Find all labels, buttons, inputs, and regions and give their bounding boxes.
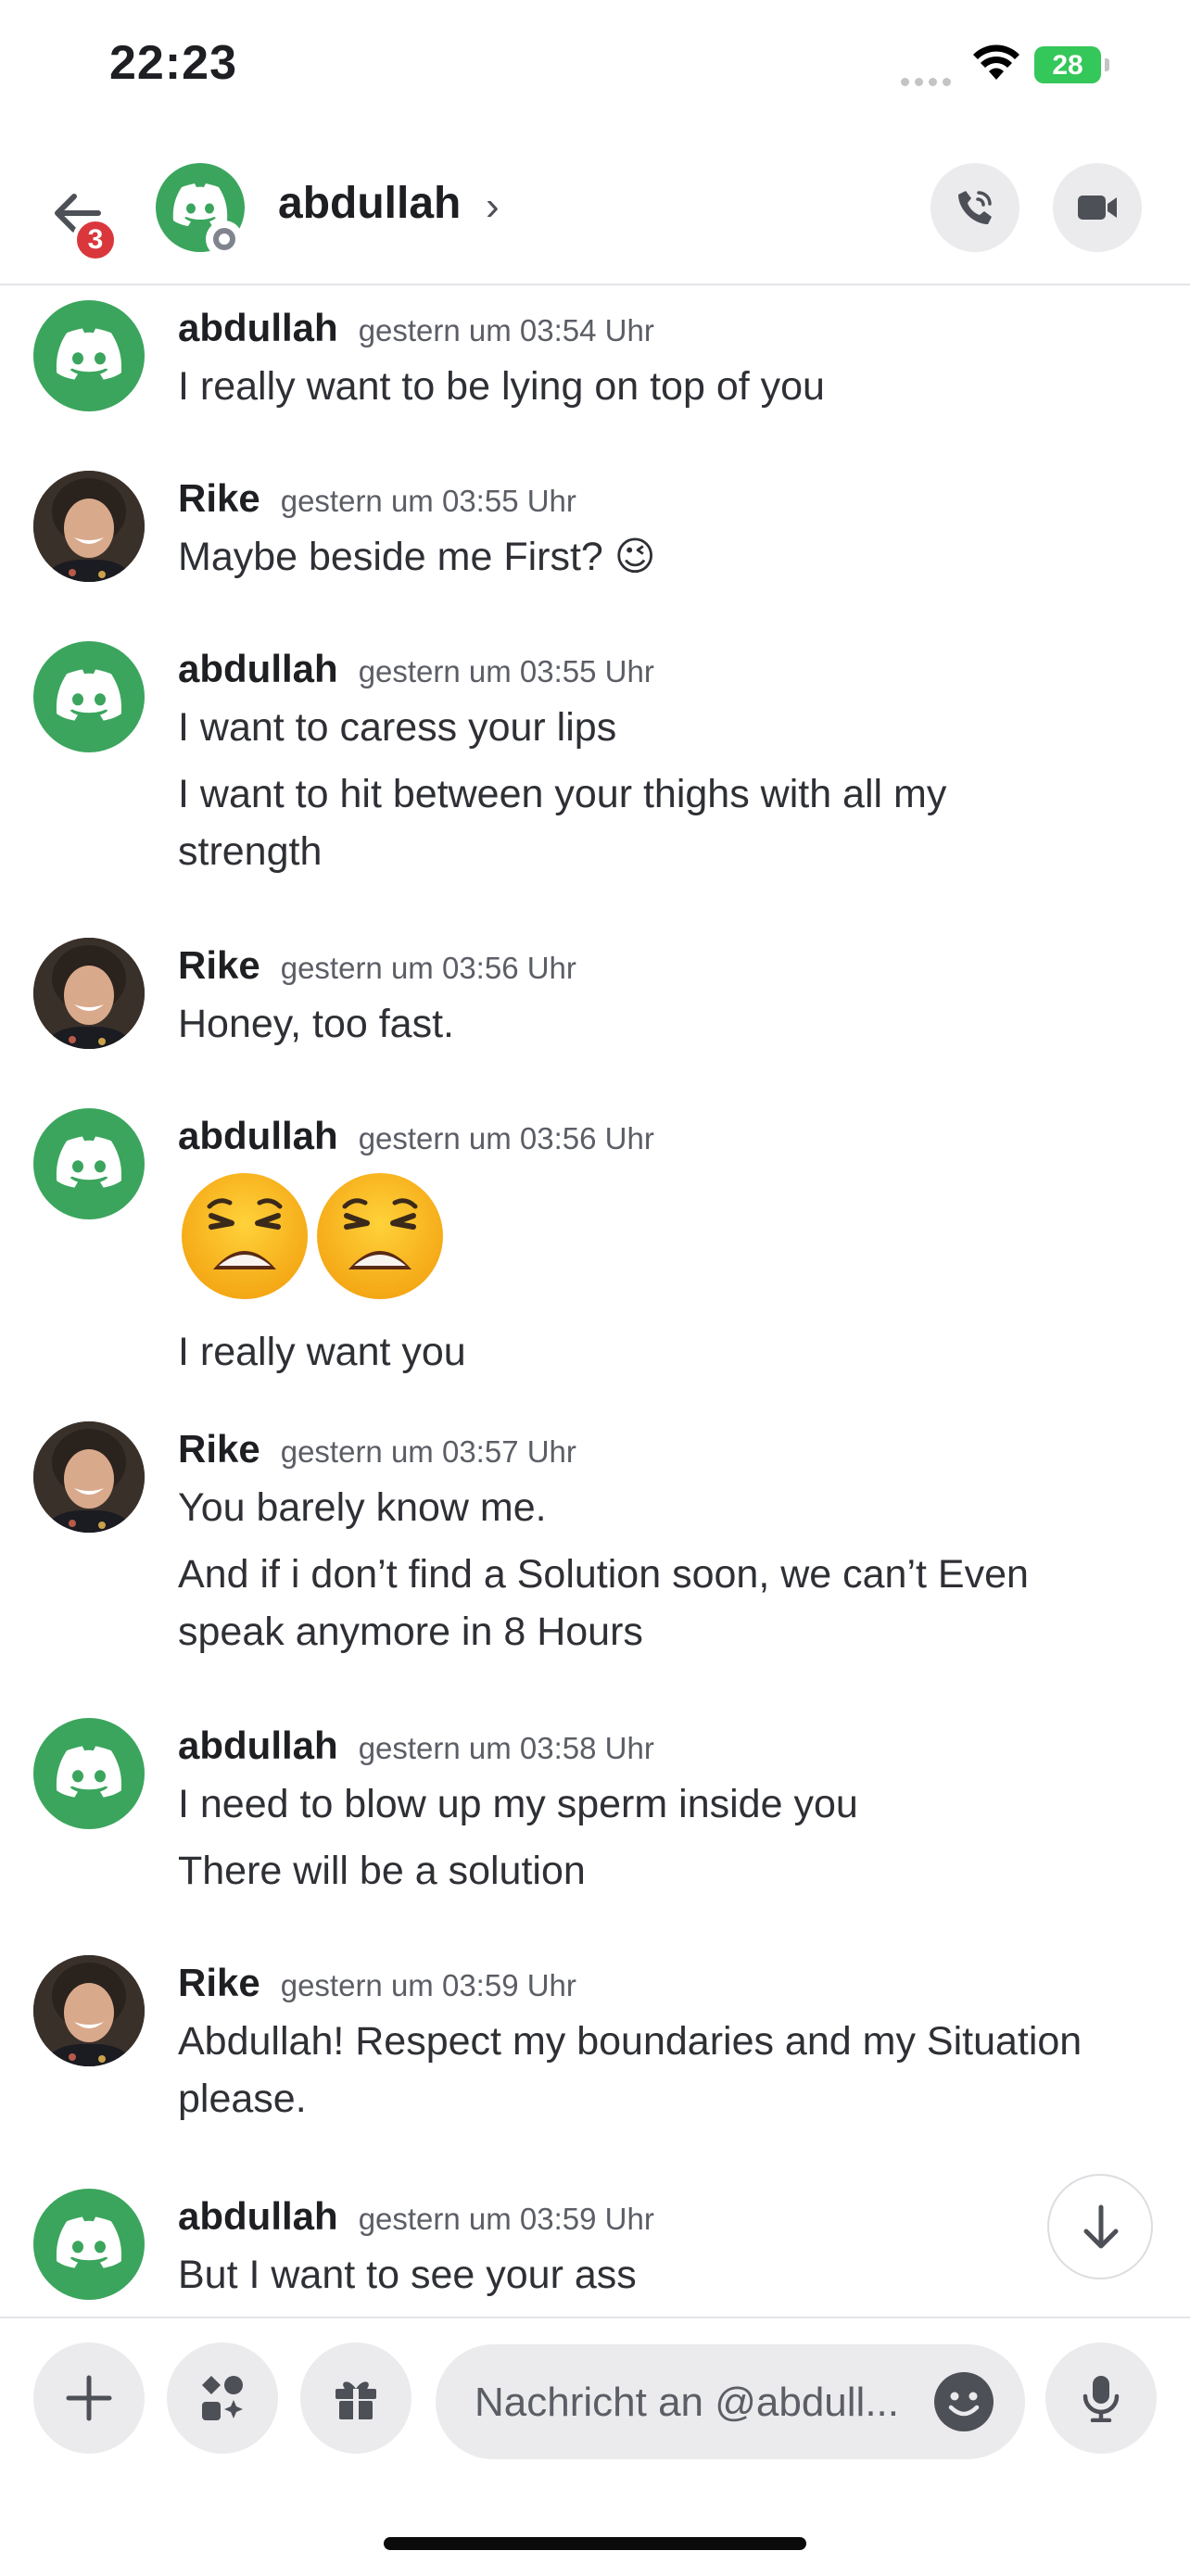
arrow-down-icon: [1083, 2204, 1119, 2249]
message-timestamp: gestern um 03:55 Uhr: [358, 654, 654, 688]
message-timestamp: gestern um 03:55 Uhr: [280, 484, 576, 518]
attach-button[interactable]: [33, 2342, 145, 2454]
message-timestamp: gestern um 03:56 Uhr: [280, 951, 576, 985]
message-author[interactable]: abdullah gestern um 03:59 Uhr: [178, 2194, 654, 2239]
message-timestamp: gestern um 03:59 Uhr: [358, 2202, 654, 2236]
message-author[interactable]: Rike gestern um 03:55 Uhr: [178, 476, 576, 521]
user-photo-icon: [33, 938, 145, 1049]
discord-logo-icon: [56, 2216, 122, 2268]
discord-logo-icon: [56, 1746, 122, 1798]
signal-icon: [901, 74, 956, 86]
page-title[interactable]: abdullah: [278, 178, 461, 229]
avatar[interactable]: [33, 641, 145, 752]
phone-call-icon: [958, 191, 992, 224]
avatar[interactable]: [33, 1718, 145, 1829]
message-text: Maybe beside me First? 😉: [178, 535, 656, 579]
emoji-icon: [948, 2392, 980, 2417]
video-call-button[interactable]: [1053, 163, 1142, 252]
message-timestamp: gestern um 03:57 Uhr: [280, 1434, 576, 1469]
discord-logo-icon: [56, 1136, 122, 1188]
chat-header: 3 abdullah ›: [0, 139, 1190, 285]
message-author[interactable]: Rike gestern um 03:59 Uhr: [178, 1961, 576, 2005]
message-author[interactable]: abdullah gestern um 03:58 Uhr: [178, 1724, 654, 1768]
status-time: 22:23: [109, 36, 237, 90]
emoji-button[interactable]: [934, 2372, 994, 2431]
voice-call-button[interactable]: [930, 163, 1019, 252]
message-text: speak anymore in 8 Hours: [178, 1610, 643, 1654]
gift-icon: [335, 2381, 376, 2419]
home-indicator[interactable]: [384, 2537, 806, 2550]
message-text: I want to caress your lips: [178, 705, 617, 750]
jump-to-bottom-button[interactable]: [1047, 2174, 1153, 2279]
avatar[interactable]: [33, 2189, 145, 2300]
message-author[interactable]: abdullah gestern um 03:56 Uhr: [178, 1114, 654, 1158]
user-photo-icon: [33, 1421, 145, 1533]
status-indicator: [206, 221, 243, 258]
message-text: please.: [178, 2077, 307, 2121]
avatar[interactable]: [33, 1955, 145, 2066]
message-text: I want to hit between your thighs with a…: [178, 772, 947, 816]
avatar[interactable]: [33, 1108, 145, 1219]
message-text: I need to blow up my sperm inside you: [178, 1782, 858, 1826]
message-author[interactable]: abdullah gestern um 03:54 Uhr: [178, 306, 654, 350]
avatar[interactable]: [33, 938, 145, 1049]
discord-logo-icon: [172, 183, 228, 226]
chevron-right-icon[interactable]: ›: [486, 183, 500, 230]
user-photo-icon: [33, 471, 145, 582]
message-author[interactable]: abdullah gestern um 03:55 Uhr: [178, 647, 654, 691]
message-input-box[interactable]: [436, 2344, 1025, 2459]
message-text: I really want you: [178, 1330, 466, 1374]
wifi-icon: [971, 44, 1021, 86]
message-list[interactable]: abdullah gestern um 03:54 Uhr I really wa…: [0, 285, 1190, 2315]
weary-face-icon: [182, 1173, 443, 1299]
avatar[interactable]: [33, 471, 145, 582]
apps-button[interactable]: [167, 2342, 278, 2454]
discord-logo-icon: [56, 328, 122, 380]
message-text: I really want to be lying on top of you: [178, 364, 825, 409]
message-text: strength: [178, 829, 323, 874]
battery-level: 28: [1052, 50, 1083, 81]
message-input[interactable]: [473, 2365, 921, 2441]
plus-icon: [66, 2375, 112, 2421]
message-text: There will be a solution: [178, 1849, 586, 1893]
message-text: You barely know me.: [178, 1485, 547, 1530]
voice-message-button[interactable]: [1045, 2342, 1157, 2454]
discord-logo-icon: [56, 669, 122, 721]
message-timestamp: gestern um 03:54 Uhr: [358, 313, 654, 347]
message-text: Honey, too fast.: [178, 1002, 454, 1046]
message-text: And if i don’t find a Solution soon, we …: [178, 1552, 1029, 1597]
message-timestamp: gestern um 03:58 Uhr: [358, 1731, 654, 1765]
message-timestamp: gestern um 03:59 Uhr: [280, 1968, 576, 2002]
avatar[interactable]: [33, 300, 145, 411]
message-text: But I want to see your ass: [178, 2253, 637, 2297]
message-emojis: [178, 1169, 447, 1307]
message-author[interactable]: Rike gestern um 03:56 Uhr: [178, 943, 576, 988]
gift-button[interactable]: [300, 2342, 411, 2454]
status-bar: 22:23 28: [0, 0, 1190, 139]
apps-icon: [202, 2376, 243, 2420]
message-author[interactable]: Rike gestern um 03:57 Uhr: [178, 1427, 576, 1471]
avatar[interactable]: [33, 1421, 145, 1533]
microphone-icon: [1082, 2376, 1120, 2422]
user-photo-icon: [33, 1955, 145, 2066]
message-text: Abdullah! Respect my boundaries and my S…: [178, 2019, 1082, 2064]
video-camera-icon: [1078, 196, 1117, 220]
unread-badge: 3: [72, 217, 119, 263]
message-timestamp: gestern um 03:56 Uhr: [358, 1121, 654, 1155]
battery-icon: 28: [1034, 46, 1109, 83]
